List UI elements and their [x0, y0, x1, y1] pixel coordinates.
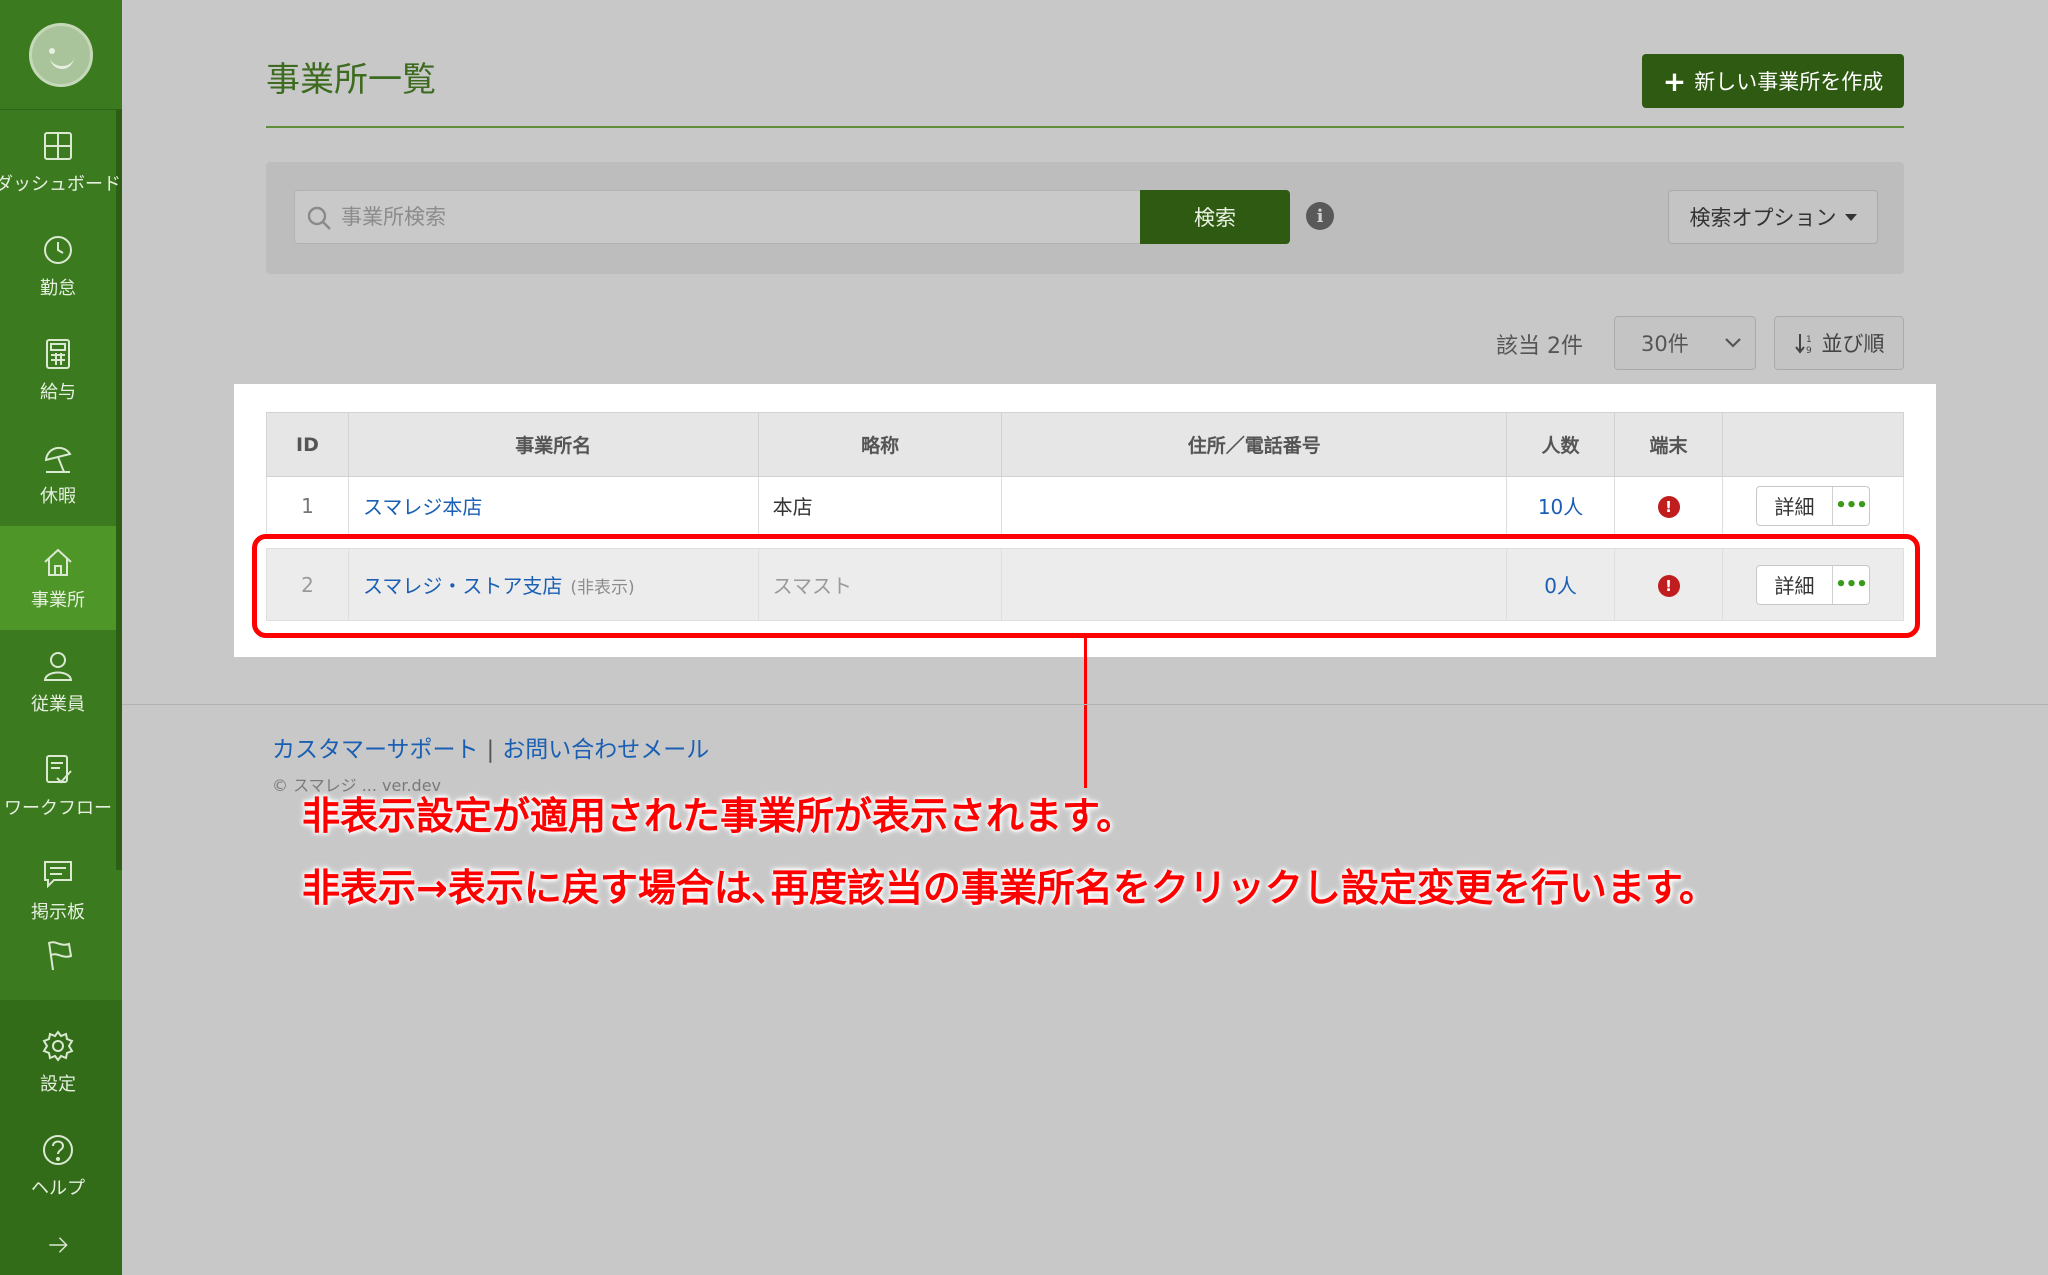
sidebar-item-leave[interactable]: 休暇: [0, 422, 116, 526]
column-header-terminal[interactable]: 端末: [1614, 412, 1723, 477]
sidebar-item-label: 事業所: [31, 590, 85, 611]
svg-text:9: 9: [1806, 346, 1812, 355]
new-office-button-label: 新しい事業所を作成: [1694, 70, 1884, 94]
help-icon: [43, 1135, 73, 1165]
avatar[interactable]: [29, 22, 93, 87]
sidebar-item-attendance[interactable]: 勤怠: [0, 214, 116, 318]
svg-text:1: 1: [1806, 335, 1812, 345]
result-count: 該当 2件: [1496, 334, 1583, 359]
checklist-icon: [46, 755, 72, 784]
plus-icon: +: [1662, 64, 1687, 98]
message-board-icon: [44, 861, 72, 889]
sidebar-item-label: 設定: [40, 1074, 76, 1095]
cell-actions: 詳細 •••: [1721, 476, 1905, 535]
alert-icon: !: [1657, 496, 1680, 518]
search-button[interactable]: 検索: [1140, 190, 1290, 244]
sidebar-item-offices[interactable]: 事業所: [0, 526, 116, 630]
info-icon[interactable]: i: [1306, 202, 1334, 230]
search-icon: [307, 206, 331, 230]
footer-separator: |: [486, 737, 495, 763]
column-header-people[interactable]: 人数: [1506, 412, 1616, 477]
more-options-icon[interactable]: •••: [1833, 487, 1869, 525]
chevron-down-icon: [1725, 338, 1741, 348]
sidebar-item-label: 従業員: [31, 694, 85, 715]
sidebar-item-label: ワークフロー: [4, 798, 112, 819]
sidebar-item-workflow[interactable]: ワークフロー: [0, 734, 116, 838]
gear-icon: [42, 1030, 74, 1062]
footer-divider: [122, 704, 2048, 705]
cell-address: [1001, 476, 1508, 535]
home-icon: [44, 548, 72, 576]
flag-icon: [48, 941, 73, 971]
sort-button[interactable]: 19 並び順: [1774, 316, 1904, 370]
annotation-line-2: 非表示→表示に戻す場合は､再度該当の事業所名をクリックし設定変更を行います。: [302, 866, 1718, 910]
search-input[interactable]: [341, 191, 1141, 243]
callout-line: [1084, 638, 1087, 788]
table-header-row: ID 事業所名 略称 住所／電話番号 人数 端末: [266, 412, 1905, 477]
office-name-link[interactable]: スマレジ本店: [363, 495, 482, 519]
column-header-address[interactable]: 住所／電話番号: [1001, 412, 1508, 477]
dashboard-icon: [44, 132, 72, 160]
search-panel: 検索 i 検索オプション: [266, 162, 1904, 274]
calculator-icon: [46, 339, 70, 369]
row-action-group: 詳細 •••: [1755, 485, 1870, 526]
sort-numeric-icon: 19: [1794, 334, 1812, 355]
column-header-id[interactable]: ID: [266, 412, 349, 477]
search-options-label: 検索オプション: [1689, 206, 1837, 230]
cell-id: 1: [266, 476, 349, 535]
arrow-right-icon: [49, 1237, 68, 1253]
people-count-link[interactable]: 10人: [1538, 495, 1583, 519]
sidebar-item-label: 給与: [40, 382, 76, 403]
highlight-box: [252, 534, 1920, 638]
sidebar-item-label: ヘルプ: [31, 1178, 85, 1199]
clock-icon: [44, 236, 72, 264]
column-header-name[interactable]: 事業所名: [347, 412, 759, 477]
sidebar-item-flag[interactable]: [0, 938, 116, 1000]
per-page-value: 30件: [1641, 332, 1689, 356]
sidebar-scrollbar[interactable]: [116, 110, 122, 870]
page-title: 事業所一覧: [266, 60, 436, 100]
sidebar-item-label: 休暇: [40, 486, 76, 507]
sort-label: 並び順: [1821, 332, 1885, 356]
title-divider: [266, 126, 1904, 128]
table-row: 1 スマレジ本店 本店 10人 ! 詳細 •••: [266, 476, 1905, 535]
sidebar-item-dashboard[interactable]: ダッシュボード: [0, 110, 121, 214]
sidebar-item-settings[interactable]: 設定: [0, 1010, 116, 1114]
contact-mail-link[interactable]: お問い合わせメール: [502, 737, 709, 763]
column-header-abbr[interactable]: 略称: [757, 412, 1003, 477]
cell-terminal: !: [1614, 476, 1723, 535]
customer-support-link[interactable]: カスタマーサポート: [272, 737, 479, 763]
new-office-button[interactable]: + 新しい事業所を作成: [1642, 54, 1904, 108]
beach-umbrella-icon: [44, 446, 72, 473]
footer-links: カスタマーサポート | お問い合わせメール: [272, 730, 709, 764]
sidebar-expand-button[interactable]: [0, 1220, 116, 1270]
annotation-line-1: 非表示設定が適用された事業所が表示されます。: [302, 794, 1135, 838]
search-box: [294, 190, 1146, 244]
column-header-actions: [1721, 412, 1905, 477]
cell-people: 10人: [1506, 476, 1616, 535]
sidebar-item-label: ダッシュボード: [0, 174, 121, 195]
search-options-button[interactable]: 検索オプション: [1668, 190, 1878, 244]
person-icon: [43, 652, 73, 681]
sidebar-item-label: 掲示板: [31, 902, 85, 923]
sidebar-item-help[interactable]: ヘルプ: [0, 1114, 116, 1218]
sidebar-item-employees[interactable]: 従業員: [0, 630, 116, 734]
annotation-text: 非表示設定が適用された事業所が表示されます。 非表示→表示に戻す場合は､再度該当…: [302, 780, 1717, 924]
sidebar: ダッシュボード 勤怠 給与 休暇 事業所 従業員 ワークフロー 掲示板 設定 ヘ…: [0, 0, 122, 1275]
sidebar-item-payroll[interactable]: 給与: [0, 318, 116, 422]
cell-name: スマレジ本店: [347, 476, 759, 535]
caret-down-icon: [1844, 213, 1857, 221]
cell-abbr: 本店: [757, 476, 1003, 535]
sidebar-item-label: 勤怠: [40, 278, 76, 299]
detail-button[interactable]: 詳細: [1757, 486, 1833, 525]
avatar-area: [0, 0, 122, 110]
sidebar-item-board[interactable]: 掲示板: [0, 838, 116, 942]
per-page-select[interactable]: 30件: [1614, 316, 1756, 370]
